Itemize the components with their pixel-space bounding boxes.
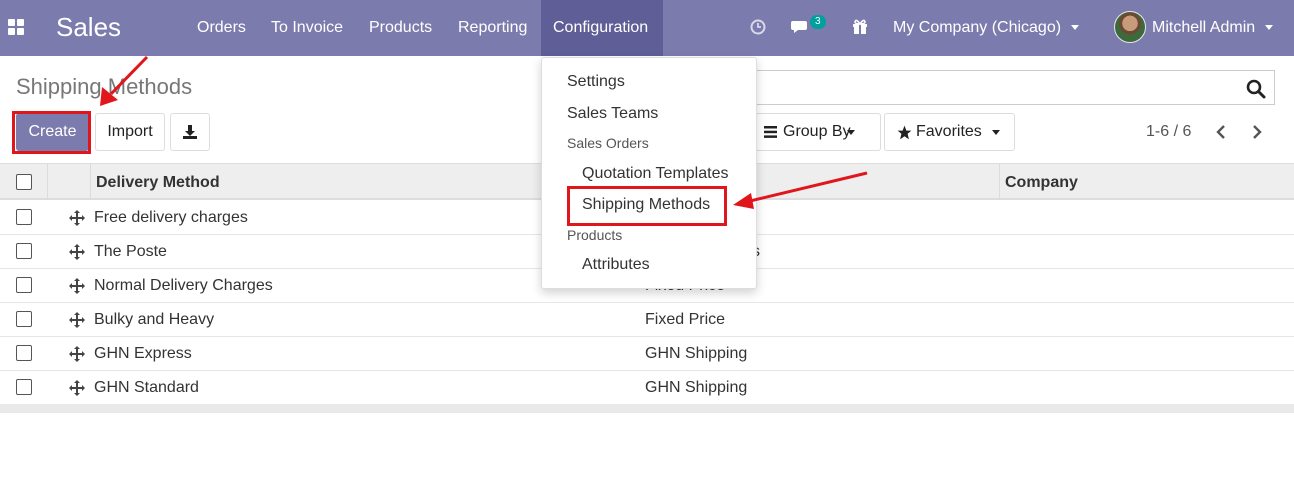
clock-icon[interactable] <box>750 19 766 35</box>
menu-products[interactable]: Products <box>369 0 432 56</box>
delivery-method-name: Normal Delivery Charges <box>94 277 273 294</box>
row-checkbox[interactable] <box>16 345 32 361</box>
delivery-method-name: The Poste <box>94 243 167 260</box>
drag-handle-icon[interactable] <box>69 312 85 328</box>
company-switcher[interactable]: My Company (Chicago) <box>893 0 1080 56</box>
bars-icon <box>764 126 777 138</box>
select-all-checkbox[interactable] <box>16 174 32 190</box>
gift-icon[interactable] <box>851 17 869 35</box>
column-divider <box>47 164 48 199</box>
apps-icon[interactable] <box>8 19 24 35</box>
configuration-dropdown: Settings Sales Teams Sales Orders Quotat… <box>541 57 757 289</box>
section-sales-orders: Sales Orders <box>567 135 649 151</box>
top-navbar: Sales Orders To Invoice Products Reporti… <box>0 0 1294 56</box>
app-brand[interactable]: Sales <box>56 12 121 43</box>
drag-handle-icon[interactable] <box>69 210 85 226</box>
table-row[interactable]: GHN Express GHN Shipping <box>0 337 1294 371</box>
pager-value[interactable]: 1-6 / 6 <box>1146 123 1191 141</box>
menu-settings[interactable]: Settings <box>567 73 625 91</box>
row-checkbox[interactable] <box>16 243 32 259</box>
user-name: Mitchell Admin <box>1152 19 1256 36</box>
menu-sales-teams[interactable]: Sales Teams <box>567 105 658 123</box>
row-checkbox[interactable] <box>16 209 32 225</box>
caret-down-icon <box>1071 25 1080 31</box>
caret-down-icon <box>992 130 1000 135</box>
avatar[interactable] <box>1114 11 1146 43</box>
delivery-provider: Fixed Price <box>645 311 726 328</box>
delivery-provider: GHN Shipping <box>645 379 748 396</box>
menu-attributes[interactable]: Attributes <box>582 256 650 274</box>
caret-down-icon <box>847 130 855 135</box>
column-divider <box>999 164 1000 199</box>
section-products: Products <box>567 227 623 243</box>
delivery-method-name: Bulky and Heavy <box>94 311 215 328</box>
row-checkbox[interactable] <box>16 379 32 395</box>
column-divider <box>90 164 91 199</box>
user-menu[interactable]: Mitchell Admin <box>1152 0 1274 56</box>
caret-down-icon <box>1265 25 1274 31</box>
drag-handle-icon[interactable] <box>69 278 85 294</box>
table-footer <box>0 404 1294 413</box>
import-button[interactable]: Import <box>95 113 165 151</box>
page-title: Shipping Methods <box>16 74 193 99</box>
company-name: My Company (Chicago) <box>893 19 1062 36</box>
delivery-method-name: GHN Standard <box>94 379 199 396</box>
delivery-method-name: Free delivery charges <box>94 209 248 226</box>
group-by-label: Group By <box>783 123 851 140</box>
menu-to-invoice[interactable]: To Invoice <box>271 0 343 56</box>
delivery-provider: GHN Shipping <box>645 345 748 362</box>
messages-badge: 3 <box>810 15 826 29</box>
menu-reporting[interactable]: Reporting <box>458 0 527 56</box>
search-input[interactable] <box>757 70 1275 105</box>
drag-handle-icon[interactable] <box>69 244 85 260</box>
chevron-right-icon[interactable] <box>1251 125 1263 139</box>
download-icon <box>183 125 197 139</box>
drag-handle-icon[interactable] <box>69 346 85 362</box>
column-delivery-method[interactable]: Delivery Method <box>96 174 220 192</box>
column-company[interactable]: Company <box>1005 174 1078 192</box>
export-button[interactable] <box>170 113 210 151</box>
chat-icon[interactable] <box>791 19 811 35</box>
table-row[interactable]: GHN Standard GHN Shipping <box>0 371 1294 405</box>
favorites-label: Favorites <box>916 123 982 140</box>
menu-quotation-templates[interactable]: Quotation Templates <box>582 165 728 183</box>
shipping-methods-highlight-box <box>567 186 727 226</box>
row-checkbox[interactable] <box>16 311 32 327</box>
table-row[interactable]: Bulky and Heavy Fixed Price <box>0 303 1294 337</box>
search-icon[interactable] <box>1246 79 1266 99</box>
row-checkbox[interactable] <box>16 277 32 293</box>
menu-configuration[interactable]: Configuration <box>541 0 663 56</box>
group-by-button[interactable]: Group By <box>755 113 881 151</box>
drag-handle-icon[interactable] <box>69 380 85 396</box>
star-icon <box>897 125 912 140</box>
chevron-left-icon[interactable] <box>1215 125 1227 139</box>
menu-orders[interactable]: Orders <box>197 0 246 56</box>
create-highlight-box <box>12 111 91 154</box>
favorites-button[interactable]: Favorites <box>884 113 1015 151</box>
delivery-method-name: GHN Express <box>94 345 192 362</box>
